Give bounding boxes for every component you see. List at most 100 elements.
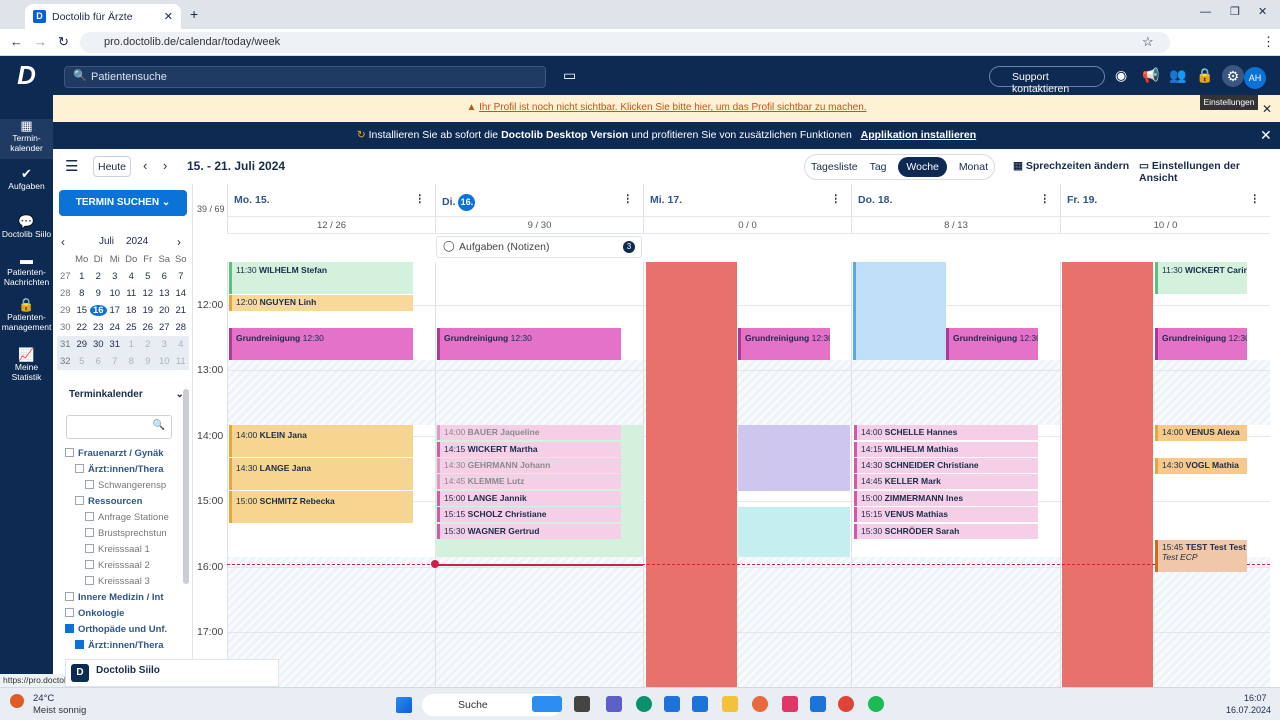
appointment[interactable]: Grundreinigung 12:30 (738, 328, 830, 360)
today-button[interactable]: Heute (93, 156, 131, 177)
mini-calendar-day[interactable]: 20 (156, 305, 173, 316)
appointment[interactable]: 15:00 LANGE Jannik (437, 491, 621, 506)
view-woche[interactable]: Woche (898, 157, 947, 177)
remote-icon[interactable] (810, 696, 826, 712)
mini-calendar-day[interactable]: 11 (173, 356, 190, 367)
tree-item[interactable]: Ärzt:innen/Thera (65, 462, 181, 478)
mini-calendar-day[interactable]: 31 (107, 339, 124, 350)
weather-text[interactable]: Meist sonnig (33, 705, 86, 716)
terminkalender-header[interactable]: Terminkalender ⌄ (69, 389, 184, 400)
edge-icon[interactable] (636, 696, 652, 712)
day-header[interactable]: Do. 18. ⋮ (851, 184, 1060, 217)
mini-calendar-day[interactable]: 18 (123, 305, 140, 316)
tree-scrollbar[interactable] (183, 389, 189, 584)
team-icon[interactable]: 👥 (1169, 67, 1186, 84)
siilo-panel[interactable]: Doctolib Siilo D (65, 659, 279, 687)
doctolib-logo[interactable]: D (0, 56, 53, 95)
day-menu-icon[interactable]: ⋮ (415, 193, 426, 205)
teams-icon[interactable] (606, 696, 622, 712)
checkbox[interactable] (65, 624, 74, 633)
mini-calendar-day[interactable]: 26 (140, 322, 157, 333)
clock-time[interactable]: 16:07 (1244, 693, 1267, 703)
checkbox[interactable] (75, 464, 84, 473)
eye-icon[interactable]: ◉ (1115, 67, 1127, 84)
day-header[interactable]: Di. 16. ⋮ (435, 184, 643, 217)
mini-calendar-day[interactable]: 6 (90, 356, 107, 367)
mail-icon[interactable] (692, 696, 708, 712)
avatar[interactable]: AH (1244, 67, 1266, 89)
mini-calendar-day[interactable]: 3 (156, 339, 173, 350)
appointment[interactable]: 15:15 SCHOLZ Christiane (437, 507, 621, 522)
day-header[interactable]: Mi. 17. ⋮ (643, 184, 851, 217)
mini-calendar-day[interactable]: 7 (107, 356, 124, 367)
appointment[interactable]: 14:15 WICKERT Martha (437, 442, 621, 457)
tree-item[interactable]: Kreisssaal 1 (65, 542, 181, 558)
store-icon[interactable] (664, 696, 680, 712)
sidebar-item-calendar[interactable]: ▦ Termin- kalender (0, 119, 53, 159)
menu-dots-icon[interactable]: ⋮ (1262, 34, 1275, 50)
appointment[interactable]: Grundreinigung 12:30 (437, 328, 621, 360)
url-field[interactable]: pro.doctolib.de/calendar/today/week (80, 32, 1170, 53)
mini-calendar-day[interactable]: 25 (123, 322, 140, 333)
mini-calendar-day[interactable]: 2 (90, 271, 107, 282)
appointment[interactable]: 14:30 SCHNEIDER Christiane (854, 458, 1038, 473)
appointment[interactable]: Grundreinigung 12:30 (229, 328, 413, 360)
mini-calendar-day[interactable]: 29 (74, 339, 91, 350)
explorer-icon[interactable] (574, 696, 590, 712)
view-tag[interactable]: Tag (870, 161, 887, 173)
day-menu-icon[interactable]: ⋮ (1040, 193, 1051, 205)
tree-item[interactable]: Onkologie (65, 606, 181, 622)
mini-calendar-day[interactable]: 10 (107, 288, 124, 299)
mini-calendar-day[interactable]: 24 (107, 322, 124, 333)
mini-calendar-day[interactable]: 28 (173, 322, 190, 333)
termin-suchen-button[interactable]: TERMIN SUCHEN ⌄ (59, 190, 187, 216)
mini-calendar-day[interactable]: 8 (123, 356, 140, 367)
checkbox[interactable] (85, 544, 94, 553)
close-install-icon[interactable]: ✕ (1260, 127, 1272, 144)
reload-icon[interactable]: ↻ (58, 34, 69, 50)
mini-calendar-day[interactable]: 12 (140, 288, 157, 299)
close-warning-icon[interactable]: ✕ (1262, 102, 1272, 116)
appointment[interactable]: 14:00 SCHELLE Hannes (854, 425, 1038, 440)
mini-calendar-day[interactable]: 11 (123, 288, 140, 299)
blocked-day-wednesday[interactable] (646, 262, 737, 687)
mini-calendar-day[interactable]: 8 (74, 288, 91, 299)
appointment[interactable]: 11:30 WILHELM Stefan (229, 262, 413, 294)
profile-warning-banner[interactable]: ▲ Ihr Profil ist noch nicht sichtbar. Kl… (53, 95, 1280, 122)
appointment[interactable]: 15:30 WAGNER Gertrud (437, 524, 621, 539)
checkbox[interactable] (85, 480, 94, 489)
doctolib-taskbar-icon[interactable] (532, 696, 562, 712)
browser-tab[interactable]: D Doctolib für Ärzte ✕ (25, 4, 181, 29)
mini-calendar-day[interactable]: 21 (173, 305, 190, 316)
checkbox[interactable] (65, 608, 74, 617)
view-settings-button[interactable]: ▭ Einstellungen der Ansicht (1139, 160, 1280, 184)
next-week-icon[interactable]: › (163, 158, 167, 173)
tree-item[interactable]: Kreisssaal 2 (65, 558, 181, 574)
checkbox[interactable] (85, 560, 94, 569)
mini-calendar-day[interactable]: 16 (90, 305, 107, 316)
weather-temp[interactable]: 24°C (33, 693, 54, 704)
mini-calendar-day[interactable]: 9 (90, 288, 107, 299)
tree-item[interactable]: Innere Medizin / Int (65, 590, 181, 606)
sidebar-item-stats[interactable]: 📈 Meine Statistik (0, 348, 53, 382)
patient-search-input[interactable]: Patientensuche (64, 66, 546, 88)
windows-start-icon[interactable] (396, 697, 412, 713)
photos-icon[interactable] (752, 696, 768, 712)
appointment[interactable]: 14:30 LANGE Jana (229, 458, 413, 490)
appointment[interactable]: 15:45 TEST Test Test Test ECP (1155, 540, 1247, 572)
appointment[interactable]: 14:45 KLEMME Lutz (437, 474, 621, 489)
megaphone-icon[interactable]: 📢 (1142, 67, 1159, 84)
mini-calendar-day[interactable]: 7 (173, 271, 190, 282)
prev-month-icon[interactable]: ‹ (61, 235, 65, 249)
checkbox[interactable] (85, 512, 94, 521)
hamburger-icon[interactable]: ☰ (65, 157, 78, 175)
next-month-icon[interactable]: › (177, 235, 181, 249)
tree-item[interactable]: Ärzt:innen/Thera (65, 638, 181, 654)
mini-calendar-day[interactable]: 30 (90, 339, 107, 350)
year-label[interactable]: 2024 (126, 236, 148, 247)
mini-calendar-day[interactable]: 4 (173, 339, 190, 350)
day-menu-icon[interactable]: ⋮ (831, 193, 842, 205)
bookmark-star-icon[interactable]: ☆ (1142, 34, 1154, 50)
close-window-icon[interactable]: ✕ (1258, 5, 1267, 18)
forward-icon[interactable]: → (34, 34, 47, 49)
